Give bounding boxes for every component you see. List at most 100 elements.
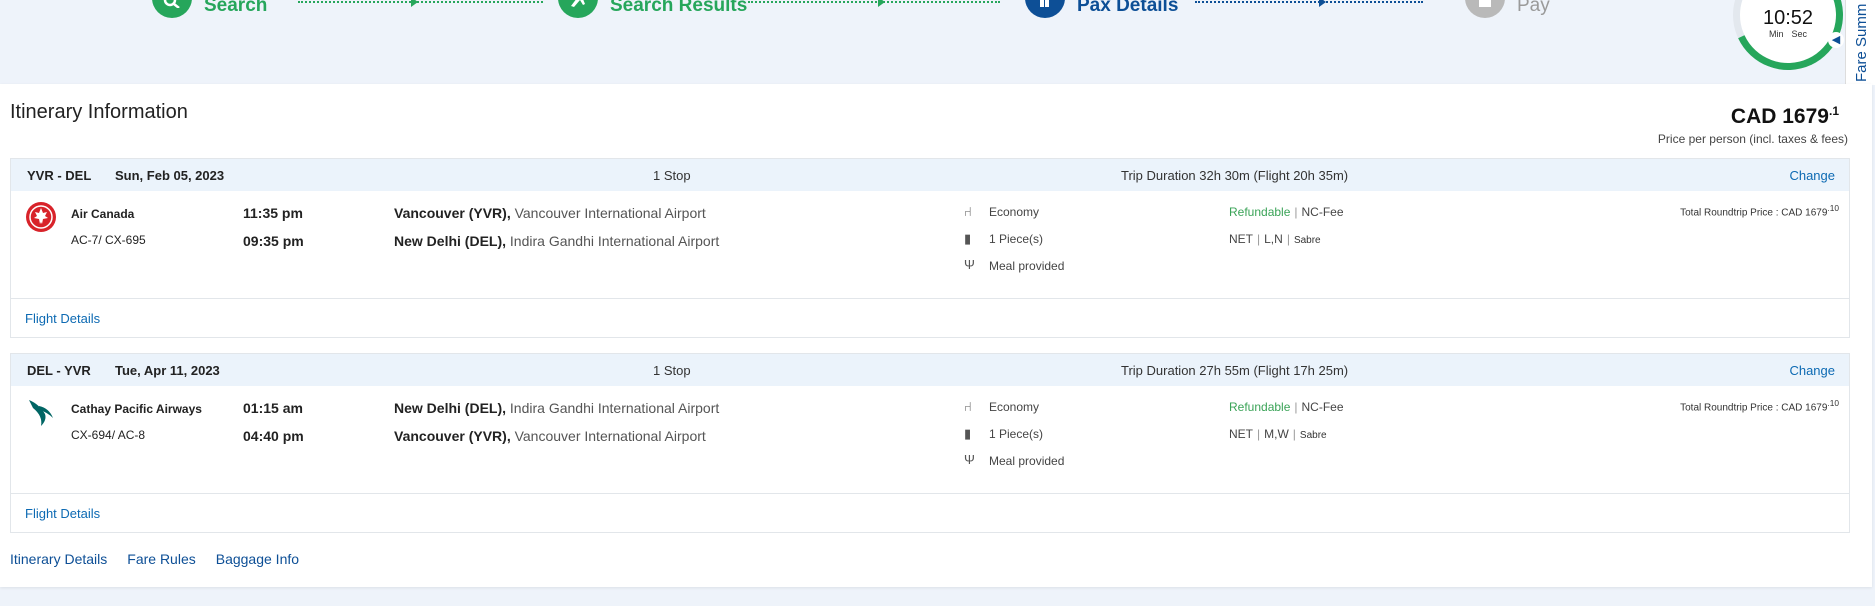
timer-time: 10:52 [1762, 7, 1814, 29]
departure-airport-name: Indira Gandhi International Airport [506, 400, 720, 416]
arrival-airport: Vancouver (YVR), Vancouver International… [394, 428, 706, 444]
price-note: Price per person (incl. taxes & fees) [1657, 132, 1848, 146]
fare-class: M,W [1264, 427, 1289, 441]
luggage-icon: ▮ [964, 426, 972, 441]
flight-leg: DEL - YVR Tue, Apr 11, 2023 1 Stop Trip … [10, 353, 1850, 533]
arrival-airport: New Delhi (DEL), Indira Gandhi Internati… [394, 233, 719, 249]
departure-time: 01:15 am [243, 400, 303, 416]
airline-name: Air Canada [71, 207, 135, 221]
leg-duration: Trip Duration 27h 55m (Flight 17h 25m) [1121, 363, 1349, 378]
flight-details-link[interactable]: Flight Details [25, 311, 100, 326]
fare-info: NET | M,W | Sabre [1229, 427, 1327, 441]
fare-info: NET | L,N | Sabre [1229, 232, 1321, 246]
total-decimals: .10 [1827, 398, 1839, 408]
refund-status: Refundable | NC-Fee [1229, 205, 1344, 219]
leg-body: Cathay Pacific Airways CX-694/ AC-8 01:1… [11, 386, 1849, 494]
meal: Meal provided [989, 259, 1065, 273]
departure-airport-name: Vancouver International Airport [510, 205, 706, 221]
arrival-airport-name: Vancouver International Airport [510, 428, 706, 444]
refundable-label: Refundable [1229, 205, 1291, 219]
baggage: 1 Piece(s) [989, 427, 1044, 441]
refundable-label: Refundable [1229, 400, 1291, 414]
cathay-pacific-logo [25, 396, 57, 428]
payment-icon [1465, 0, 1505, 18]
step-label: Search [204, 0, 268, 16]
step-connector [298, 0, 543, 7]
seat-icon: ⑁ [964, 399, 972, 414]
leg-header: DEL - YVR Tue, Apr 11, 2023 1 Stop Trip … [11, 354, 1849, 386]
total-decimals: .10 [1827, 203, 1839, 213]
tab-fare-rules[interactable]: Fare Rules [127, 551, 195, 567]
tab-itinerary-details[interactable]: Itinerary Details [10, 551, 107, 567]
price-decimals: .1 [1828, 104, 1839, 118]
itinerary-tabs: Itinerary Details Fare Rules Baggage Info [10, 551, 319, 567]
airline-name: Cathay Pacific Airways [71, 402, 202, 416]
cabin-class: Economy [989, 205, 1040, 219]
timer-min-label: Min [1768, 29, 1784, 39]
plane-icon [558, 0, 598, 18]
meal-icon: Ψ [964, 452, 975, 467]
meal-icon: Ψ [964, 257, 975, 272]
person-icon [1025, 0, 1065, 18]
price-per-person: CAD 1679.1 [1731, 104, 1839, 129]
arrival-city: New Delhi (DEL), [394, 233, 507, 249]
step-label: Pax Details [1077, 0, 1179, 16]
leg-date: Tue, Apr 11, 2023 [115, 363, 220, 378]
fare-class: L,N [1264, 232, 1283, 246]
chevron-left-icon[interactable]: ◀ [1828, 32, 1844, 48]
fare-type: NET [1229, 427, 1253, 441]
leg-date: Sun, Feb 05, 2023 [115, 168, 225, 183]
progress-stepper: Search Search Results Pax Details Pay [0, 0, 1875, 80]
departure-city: New Delhi (DEL), [394, 400, 507, 416]
air-canada-logo [25, 201, 57, 233]
refund-status: Refundable | NC-Fee [1229, 400, 1344, 414]
leg-footer: Flight Details [11, 299, 1849, 337]
total-label: Total Roundtrip Price : CAD 1679 [1680, 207, 1828, 219]
step-pay: Pay [1465, 0, 1550, 18]
luggage-icon: ▮ [964, 231, 972, 246]
departure-city: Vancouver (YVR), [394, 205, 511, 221]
fare-type: NET [1229, 232, 1253, 246]
departure-airport: Vancouver (YVR), Vancouver International… [394, 205, 706, 221]
tab-baggage-info[interactable]: Baggage Info [216, 551, 299, 567]
step-connector [1195, 0, 1423, 7]
price-amount: CAD 1679 [1730, 105, 1829, 128]
leg-route: YVR - DEL [27, 168, 92, 183]
departure-airport: New Delhi (DEL), Indira Gandhi Internati… [394, 400, 719, 416]
fee-label: NC-Fee [1301, 205, 1344, 219]
arrival-time: 09:35 pm [243, 233, 304, 249]
fare-summary-label: Fare Summ [1853, 3, 1870, 82]
step-search[interactable]: Search [152, 0, 267, 18]
leg-route: DEL - YVR [27, 363, 91, 378]
baggage: 1 Piece(s) [989, 232, 1044, 246]
flight-number: AC-7/ CX-695 [71, 233, 146, 247]
gds-label: Sabre [1299, 430, 1327, 441]
departure-time: 11:35 pm [243, 205, 303, 221]
step-search-results[interactable]: Search Results [558, 0, 747, 18]
fee-label: NC-Fee [1301, 400, 1344, 414]
leg-footer: Flight Details [11, 494, 1849, 532]
step-connector [748, 0, 1000, 7]
leg-duration: Trip Duration 32h 30m (Flight 20h 35m) [1121, 168, 1349, 183]
step-pax-details[interactable]: Pax Details [1025, 0, 1178, 18]
search-icon [152, 0, 192, 18]
cabin-class: Economy [989, 400, 1040, 414]
arrival-time: 04:40 pm [243, 428, 304, 444]
change-link[interactable]: Change [1789, 363, 1835, 378]
leg-stops: 1 Stop [653, 363, 691, 378]
flight-number: CX-694/ AC-8 [71, 428, 146, 442]
step-label: Pay [1517, 0, 1550, 16]
fare-summary-tab[interactable]: Fare Summ [1845, 0, 1875, 85]
arrival-city: Vancouver (YVR), [394, 428, 511, 444]
step-label: Search Results [610, 0, 748, 16]
total-roundtrip-price: Total Roundtrip Price : CAD 1679.10 [1680, 203, 1839, 218]
change-link[interactable]: Change [1789, 168, 1835, 183]
leg-stops: 1 Stop [653, 168, 691, 183]
leg-body: Air Canada AC-7/ CX-695 11:35 pm 09:35 p… [11, 191, 1849, 299]
flight-leg: YVR - DEL Sun, Feb 05, 2023 1 Stop Trip … [10, 158, 1850, 338]
flight-details-link[interactable]: Flight Details [25, 506, 100, 521]
itinerary-card: Itinerary Information CAD 1679.1 Price p… [0, 84, 1872, 587]
timer-units: Min Sec [1740, 29, 1836, 39]
total-roundtrip-price: Total Roundtrip Price : CAD 1679.10 [1680, 398, 1839, 413]
leg-header: YVR - DEL Sun, Feb 05, 2023 1 Stop Trip … [11, 159, 1849, 191]
